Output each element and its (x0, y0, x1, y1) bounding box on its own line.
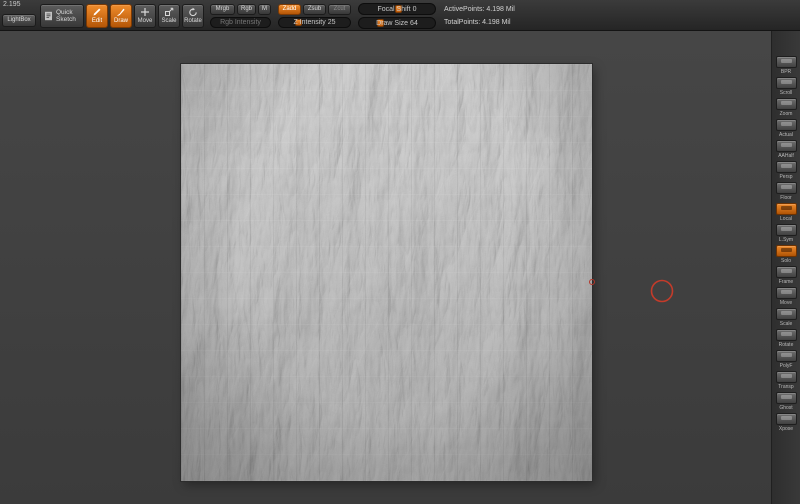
rotate-label: Rotate (184, 18, 202, 25)
hand-icon (776, 77, 797, 89)
quick-sketch-label: Quick Sketch (56, 9, 80, 23)
rotate-button[interactable]: Rotate (182, 4, 204, 28)
pencil-icon (92, 7, 102, 17)
symmetry-icon (776, 224, 797, 236)
m-label: M (262, 6, 267, 13)
workspace: BPR Scroll Zoom Actual AAHalf Persp (0, 31, 800, 504)
solo-icon (776, 245, 797, 257)
shelf-item-persp[interactable]: Persp (773, 161, 799, 180)
shelf-item-aahalf[interactable]: AAHalf (773, 140, 799, 159)
zsub-button[interactable]: Zsub (303, 4, 326, 15)
rgb-button[interactable]: Rgb (237, 4, 256, 15)
zbrush-app: 2.195 LightBox Quick Sketch Edit Draw (0, 0, 800, 504)
shelf-item-transp[interactable]: Transp (773, 371, 799, 390)
rgb-label: Rgb (241, 6, 252, 13)
draw-size-slider[interactable]: Draw Size 64 (358, 17, 436, 29)
z-intensity-slider[interactable]: Z Intensity 25 (278, 17, 351, 28)
scale-icon (164, 7, 174, 17)
draw-size-value: 64 (410, 20, 418, 27)
shelf-item-scale[interactable]: Scale (773, 308, 799, 327)
shelf-item-move[interactable]: Move (773, 287, 799, 306)
brush-cursor-icon (649, 278, 675, 304)
shelf-item-xpose[interactable]: Xpose (773, 413, 799, 432)
shelf-item-bpr[interactable]: BPR (773, 56, 799, 75)
mrgb-button[interactable]: Mrgb (210, 4, 235, 15)
scale-gizmo-icon (776, 308, 797, 320)
perspective-icon (776, 161, 797, 173)
red-dot-marker (589, 279, 595, 285)
top-shelf: 2.195 LightBox Quick Sketch Edit Draw (0, 0, 800, 31)
quick-sketch-button[interactable]: Quick Sketch (40, 4, 84, 28)
draw-size-label: Draw Size (376, 20, 408, 27)
zcut-button[interactable]: Zcut (328, 4, 351, 15)
zsub-label: Zsub (308, 6, 321, 13)
sketch-icon (44, 11, 54, 21)
xpose-icon (776, 413, 797, 425)
shelf-item-scroll[interactable]: Scroll (773, 77, 799, 96)
floor-grid-icon (776, 182, 797, 194)
version-label: 2.195 (3, 1, 21, 8)
total-points-stat: TotalPoints: 4.198 Mil (444, 19, 511, 26)
move-icon (140, 7, 150, 17)
shelf-item-solo[interactable]: Solo (773, 245, 799, 264)
active-points-stat: ActivePoints: 4.198 Mil (444, 6, 515, 13)
bpr-icon (776, 56, 797, 68)
canvas[interactable] (0, 31, 771, 504)
ghost-icon (776, 392, 797, 404)
rgb-intensity-label: Rgb Intensity (220, 19, 261, 26)
focal-shift-slider[interactable]: Focal Shift 0 (358, 3, 436, 15)
local-pivot-icon (776, 203, 797, 215)
move-label: Move (138, 18, 153, 25)
lightbox-label: LightBox (7, 17, 30, 24)
aa-half-icon (776, 140, 797, 152)
lighting-vignette (181, 64, 592, 481)
sculpt-document[interactable] (181, 64, 592, 481)
focal-shift-label: Focal Shift (378, 6, 411, 13)
edit-button[interactable]: Edit (86, 4, 108, 28)
shelf-item-zoom[interactable]: Zoom (773, 98, 799, 117)
rgb-intensity-slider[interactable]: Rgb Intensity (210, 17, 271, 28)
rotate-gizmo-icon (776, 329, 797, 341)
rotate-icon (188, 7, 198, 17)
zadd-label: Zadd (283, 6, 297, 13)
shelf-item-rotate[interactable]: Rotate (773, 329, 799, 348)
magnifier-icon (776, 98, 797, 110)
draw-button[interactable]: Draw (110, 4, 132, 28)
shelf-item-actual[interactable]: Actual (773, 119, 799, 138)
actual-size-icon (776, 119, 797, 131)
zcut-label: Zcut (334, 6, 346, 13)
mrgb-label: Mrgb (216, 6, 230, 13)
move-gizmo-icon (776, 287, 797, 299)
shelf-item-local[interactable]: Local (773, 203, 799, 222)
z-intensity-label: Z Intensity (293, 19, 325, 26)
zadd-button[interactable]: Zadd (278, 4, 301, 15)
shelf-item-lsym[interactable]: L.Sym (773, 224, 799, 243)
transparency-icon (776, 371, 797, 383)
shelf-item-frame[interactable]: Frame (773, 266, 799, 285)
shelf-item-polyf[interactable]: PolyF (773, 350, 799, 369)
lightbox-button[interactable]: LightBox (2, 14, 36, 27)
shelf-item-ghost[interactable]: Ghost (773, 392, 799, 411)
scale-button[interactable]: Scale (158, 4, 180, 28)
brush-icon (116, 7, 126, 17)
z-intensity-value: 25 (328, 19, 336, 26)
wireframe-icon (776, 350, 797, 362)
m-button[interactable]: M (258, 4, 271, 15)
draw-label: Draw (114, 18, 128, 25)
right-shelf: BPR Scroll Zoom Actual AAHalf Persp (771, 31, 800, 504)
scale-label: Scale (161, 18, 176, 25)
shelf-item-floor[interactable]: Floor (773, 182, 799, 201)
move-button[interactable]: Move (134, 4, 156, 28)
edit-label: Edit (92, 18, 102, 25)
focal-shift-value: 0 (413, 6, 417, 13)
frame-icon (776, 266, 797, 278)
